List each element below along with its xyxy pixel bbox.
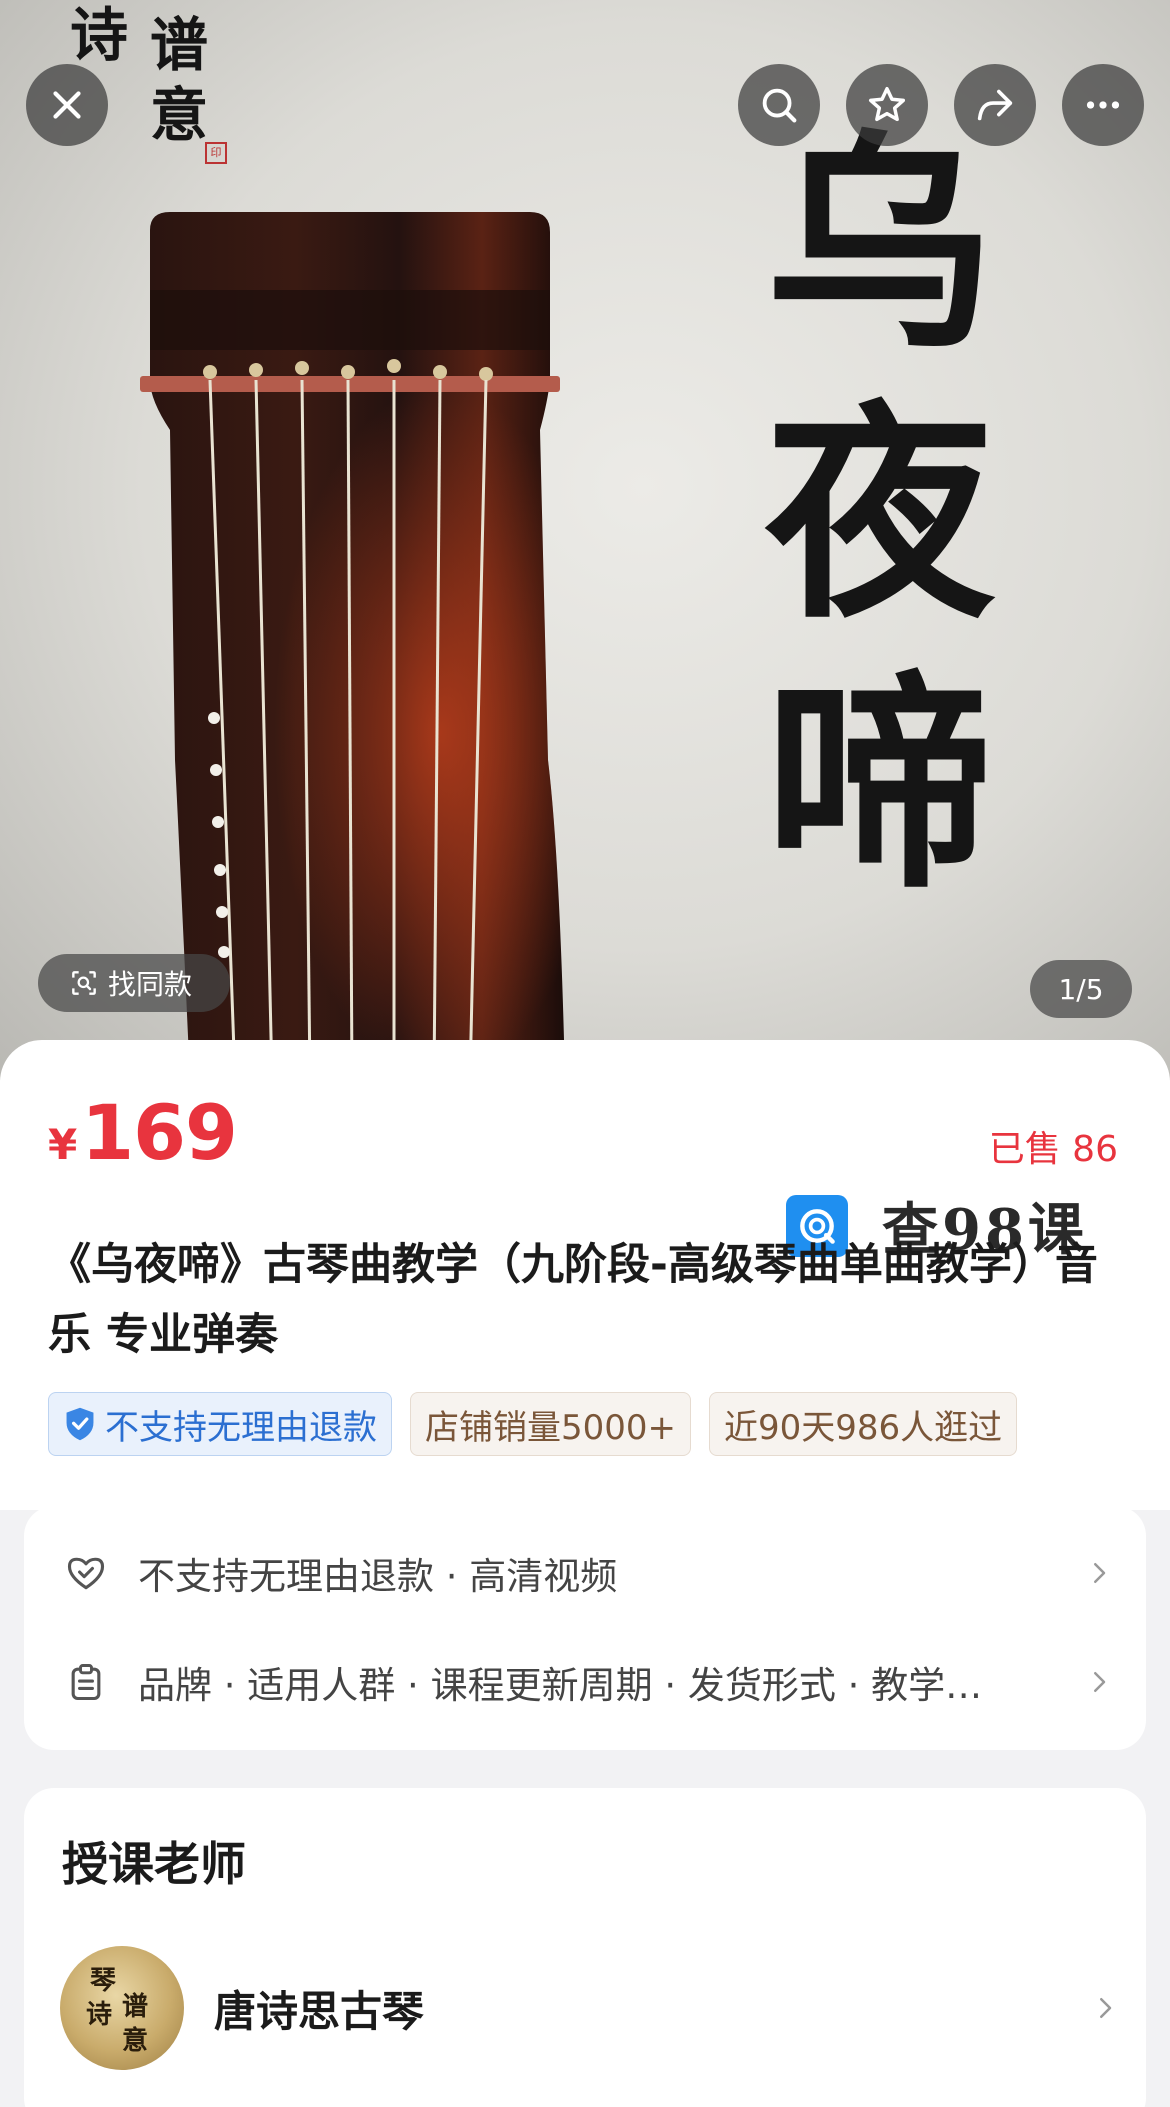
chevron-right-icon (1094, 1563, 1106, 1583)
product-params-row[interactable]: 品牌 · 适用人群 · 课程更新周期 · 发货形式 · 教学… (64, 1642, 1114, 1722)
teacher-card: 授课老师 琴 诗 谱 意 唐诗思古琴 (24, 1788, 1146, 2107)
logo-char: 诗 (70, 1, 129, 69)
shield-check-icon (66, 1407, 94, 1441)
service-guarantee-text: 不支持无理由退款 · 高清视频 (138, 1555, 618, 1598)
find-same-button[interactable]: 找同款 (38, 954, 230, 1012)
tag-store-sales[interactable]: 店铺销量5000+ (410, 1392, 692, 1456)
close-icon (53, 91, 81, 119)
find-same-label: 找同款 (108, 968, 193, 1001)
close-button[interactable] (26, 64, 108, 146)
product-image-gallery[interactable]: 乌 夜 啼 诗 谱 意 印 找同款 1/5 (0, 0, 1170, 1080)
tag-label: 不支持无理由退款 (105, 1407, 377, 1448)
teacher-name: 唐诗思古琴 (214, 1986, 425, 2036)
calligraphy-title: 乌 夜 啼 (740, 110, 1020, 920)
product-tags: 不支持无理由退款 店铺销量5000+ 近90天986人逛过 (48, 1392, 1122, 1458)
teacher-avatar: 琴 诗 谱 意 (60, 1946, 184, 2070)
avatar-char: 琴 (90, 1966, 117, 1996)
share-icon (977, 89, 1013, 121)
tag-recent-visitors[interactable]: 近90天986人逛过 (709, 1392, 1018, 1456)
calligraphy-char: 啼 (764, 650, 995, 920)
service-guarantee-row[interactable]: 不支持无理由退款 · 高清视频 (64, 1533, 1114, 1613)
tag-label: 店铺销量5000+ (425, 1407, 677, 1448)
calligraphy-char: 夜 (764, 380, 995, 650)
logo-char: 意 (150, 81, 209, 149)
teacher-row[interactable]: 琴 诗 谱 意 唐诗思古琴 (60, 1944, 1120, 2072)
heart-shield-icon (67, 1557, 105, 1590)
sold-count: 已售 86 (988, 1129, 1118, 1170)
clipboard-icon (71, 1664, 101, 1701)
avatar-char: 谱 (122, 1992, 149, 2022)
seal-stamp: 印 (205, 142, 227, 164)
price-value: 169 (81, 1088, 238, 1177)
star-icon (868, 86, 906, 122)
more-button[interactable] (1062, 64, 1144, 146)
price: ¥ 169 (48, 1088, 238, 1177)
avatar-char: 诗 (86, 2000, 113, 2030)
currency-symbol: ¥ (48, 1120, 78, 1169)
avatar-char: 意 (122, 2026, 149, 2056)
share-button[interactable] (954, 64, 1036, 146)
calligraphy-char: 乌 (764, 110, 995, 380)
chevron-right-icon (1100, 1998, 1112, 2018)
search-icon (762, 88, 797, 123)
scan-icon (72, 971, 96, 995)
chevron-right-icon (1094, 1672, 1106, 1692)
tag-label: 近90天986人逛过 (724, 1407, 1003, 1448)
logo-char: 谱 (150, 11, 209, 79)
service-card: 不支持无理由退款 · 高清视频 品牌 · 适用人群 · 课程更新周期 · 发货形… (24, 1506, 1146, 1750)
teacher-heading: 授课老师 (62, 1837, 246, 1891)
image-counter: 1/5 (1030, 960, 1132, 1018)
product-params-text: 品牌 · 适用人群 · 课程更新周期 · 发货形式 · 教学… (138, 1664, 983, 1707)
product-title: 《乌夜啼》古琴曲教学（九阶段-高级琴曲单曲教学）音乐 专业弹奏 (48, 1240, 1098, 1360)
more-icon (1086, 101, 1120, 109)
favorite-button[interactable] (846, 64, 928, 146)
tag-refund-policy[interactable]: 不支持无理由退款 (48, 1392, 392, 1456)
search-button[interactable] (738, 64, 820, 146)
